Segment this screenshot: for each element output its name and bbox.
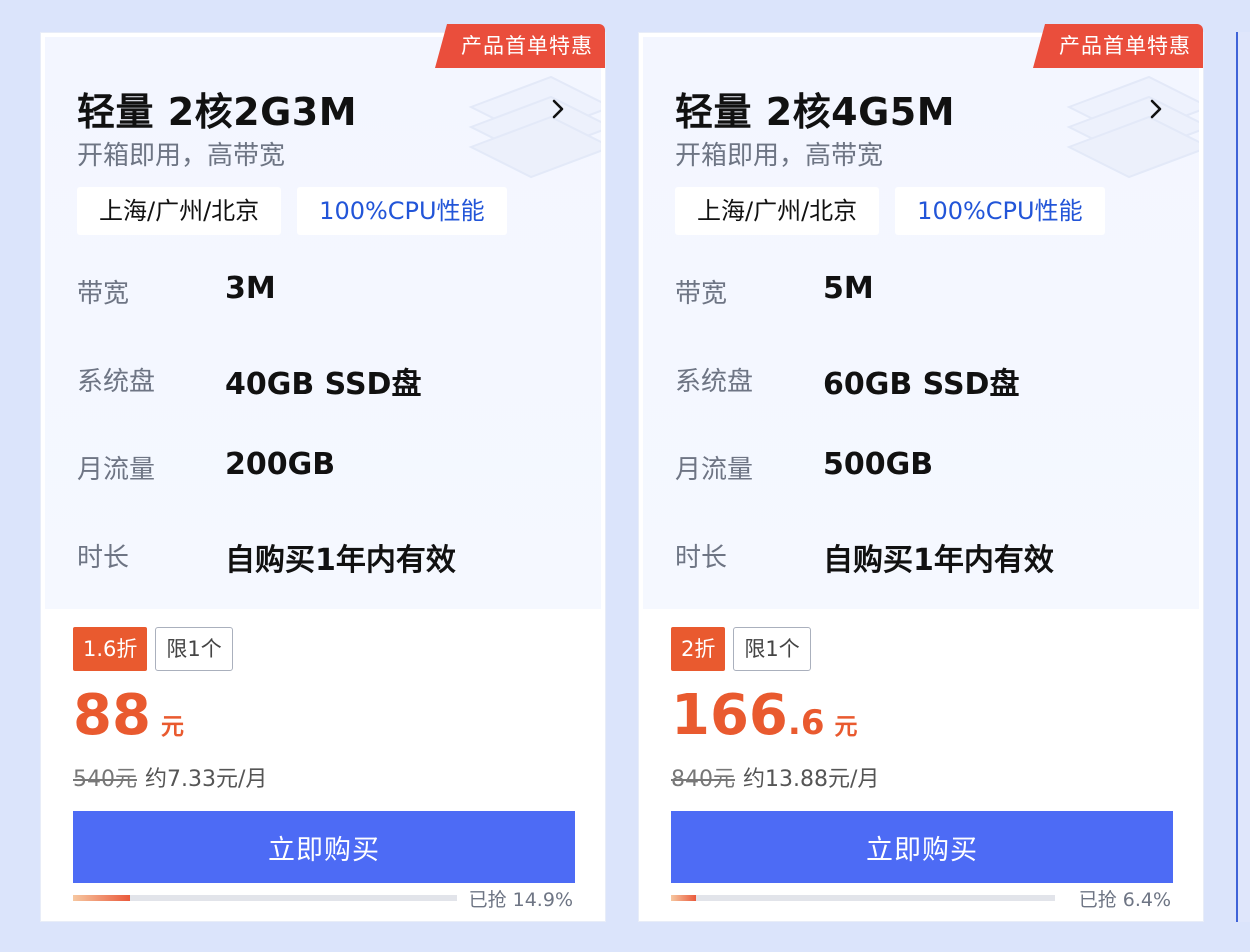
price-unit: 元	[160, 714, 184, 740]
region-tag: 上海/广州/北京	[77, 187, 282, 235]
card-header-area: 轻量 2核2G3M 开箱即用，高带宽 上海/广州/北京 100%CPU性能 带宽…	[45, 37, 601, 609]
badge-row: 2折 限1个	[671, 627, 811, 671]
chevron-right-icon[interactable]	[547, 98, 569, 120]
tag-list: 上海/广州/北京 100%CPU性能	[77, 187, 507, 235]
spec-label: 月流量	[675, 455, 754, 485]
badge-row: 1.6折 限1个	[73, 627, 233, 671]
spec-row-duration: 时长 自购买1年内有效	[675, 531, 1054, 609]
spec-label: 时长	[675, 543, 728, 573]
spec-value: 500GB	[823, 447, 934, 482]
spec-value: 自购买1年内有效	[823, 543, 1054, 578]
product-subtitle: 开箱即用，高带宽	[675, 141, 884, 171]
chevron-right-icon[interactable]	[1145, 98, 1167, 120]
spec-label: 带宽	[77, 279, 130, 309]
sold-progress-fill	[671, 895, 696, 901]
product-subtitle: 开箱即用，高带宽	[77, 141, 286, 171]
spec-row-bandwidth: 带宽 3M	[77, 267, 456, 355]
spec-value: 3M	[225, 271, 276, 306]
spec-label: 带宽	[675, 279, 728, 309]
sold-progress-bar	[671, 895, 1055, 901]
spec-row-disk: 系统盘 40GB SSD盘	[77, 355, 456, 443]
spec-row-bandwidth: 带宽 5M	[675, 267, 1054, 355]
monthly-price: 约7.33元/月	[145, 767, 268, 792]
cpu-tag: 100%CPU性能	[895, 187, 1105, 235]
price-integer: 88	[73, 683, 151, 748]
spec-value: 5M	[823, 271, 874, 306]
promo-badge: 产品首单特惠	[435, 24, 605, 68]
sold-text: 已抢 14.9%	[468, 889, 573, 911]
spec-row-duration: 时长 自购买1年内有效	[77, 531, 456, 609]
promo-badge: 产品首单特惠	[1033, 24, 1203, 68]
tag-list: 上海/广州/北京 100%CPU性能	[675, 187, 1105, 235]
spec-value: 60GB SSD盘	[823, 367, 1020, 402]
product-card-2[interactable]: 轻量 2核4G5M 开箱即用，高带宽 上海/广州/北京 100%CPU性能 带宽…	[638, 24, 1204, 922]
discount-badge: 1.6折	[73, 627, 148, 671]
price-unit: 元	[834, 714, 858, 740]
original-price-row: 840元 约13.88元/月	[671, 761, 879, 793]
spec-row-traffic: 月流量 500GB	[675, 443, 1054, 531]
card-header-area: 轻量 2核4G5M 开箱即用，高带宽 上海/广州/北京 100%CPU性能 带宽…	[643, 37, 1199, 609]
region-tag: 上海/广州/北京	[675, 187, 880, 235]
next-card-edge[interactable]	[1236, 32, 1250, 922]
limit-badge: 限1个	[733, 627, 811, 671]
spec-value: 40GB SSD盘	[225, 367, 422, 402]
original-price: 540元	[73, 767, 137, 792]
buy-now-button[interactable]: 立即购买	[671, 811, 1173, 883]
spec-value: 自购买1年内有效	[225, 543, 456, 578]
spec-list: 带宽 5M 系统盘 60GB SSD盘 月流量 500GB 时长 自购买1年内有…	[675, 267, 1054, 609]
sold-text: 已抢 6.4%	[1078, 889, 1171, 911]
monthly-price: 约13.88元/月	[743, 767, 880, 792]
cpu-tag: 100%CPU性能	[297, 187, 507, 235]
spec-row-disk: 系统盘 60GB SSD盘	[675, 355, 1054, 443]
title-row[interactable]: 轻量 2核2G3M	[77, 81, 569, 136]
original-price: 840元	[671, 767, 735, 792]
sold-progress-fill	[73, 895, 131, 901]
sold-progress-bar	[73, 895, 457, 901]
price-decimal: .6	[787, 703, 825, 743]
limit-badge: 限1个	[155, 627, 233, 671]
discount-badge: 2折	[671, 627, 726, 671]
price: 88 元	[73, 688, 184, 744]
spec-value: 200GB	[225, 447, 336, 482]
product-title: 轻量 2核4G5M	[675, 90, 956, 134]
spec-list: 带宽 3M 系统盘 40GB SSD盘 月流量 200GB 时长 自购买1年内有…	[77, 267, 456, 609]
product-card-1[interactable]: 轻量 2核2G3M 开箱即用，高带宽 上海/广州/北京 100%CPU性能 带宽…	[40, 24, 606, 922]
spec-label: 时长	[77, 543, 130, 573]
original-price-row: 540元 约7.33元/月	[73, 761, 267, 793]
buy-now-button[interactable]: 立即购买	[73, 811, 575, 883]
spec-label: 系统盘	[675, 367, 754, 397]
product-title: 轻量 2核2G3M	[77, 90, 358, 134]
price: 166 .6 元	[671, 688, 857, 744]
title-row[interactable]: 轻量 2核4G5M	[675, 81, 1167, 136]
spec-label: 月流量	[77, 455, 156, 485]
spec-row-traffic: 月流量 200GB	[77, 443, 456, 531]
price-integer: 166	[671, 683, 788, 748]
spec-label: 系统盘	[77, 367, 156, 397]
